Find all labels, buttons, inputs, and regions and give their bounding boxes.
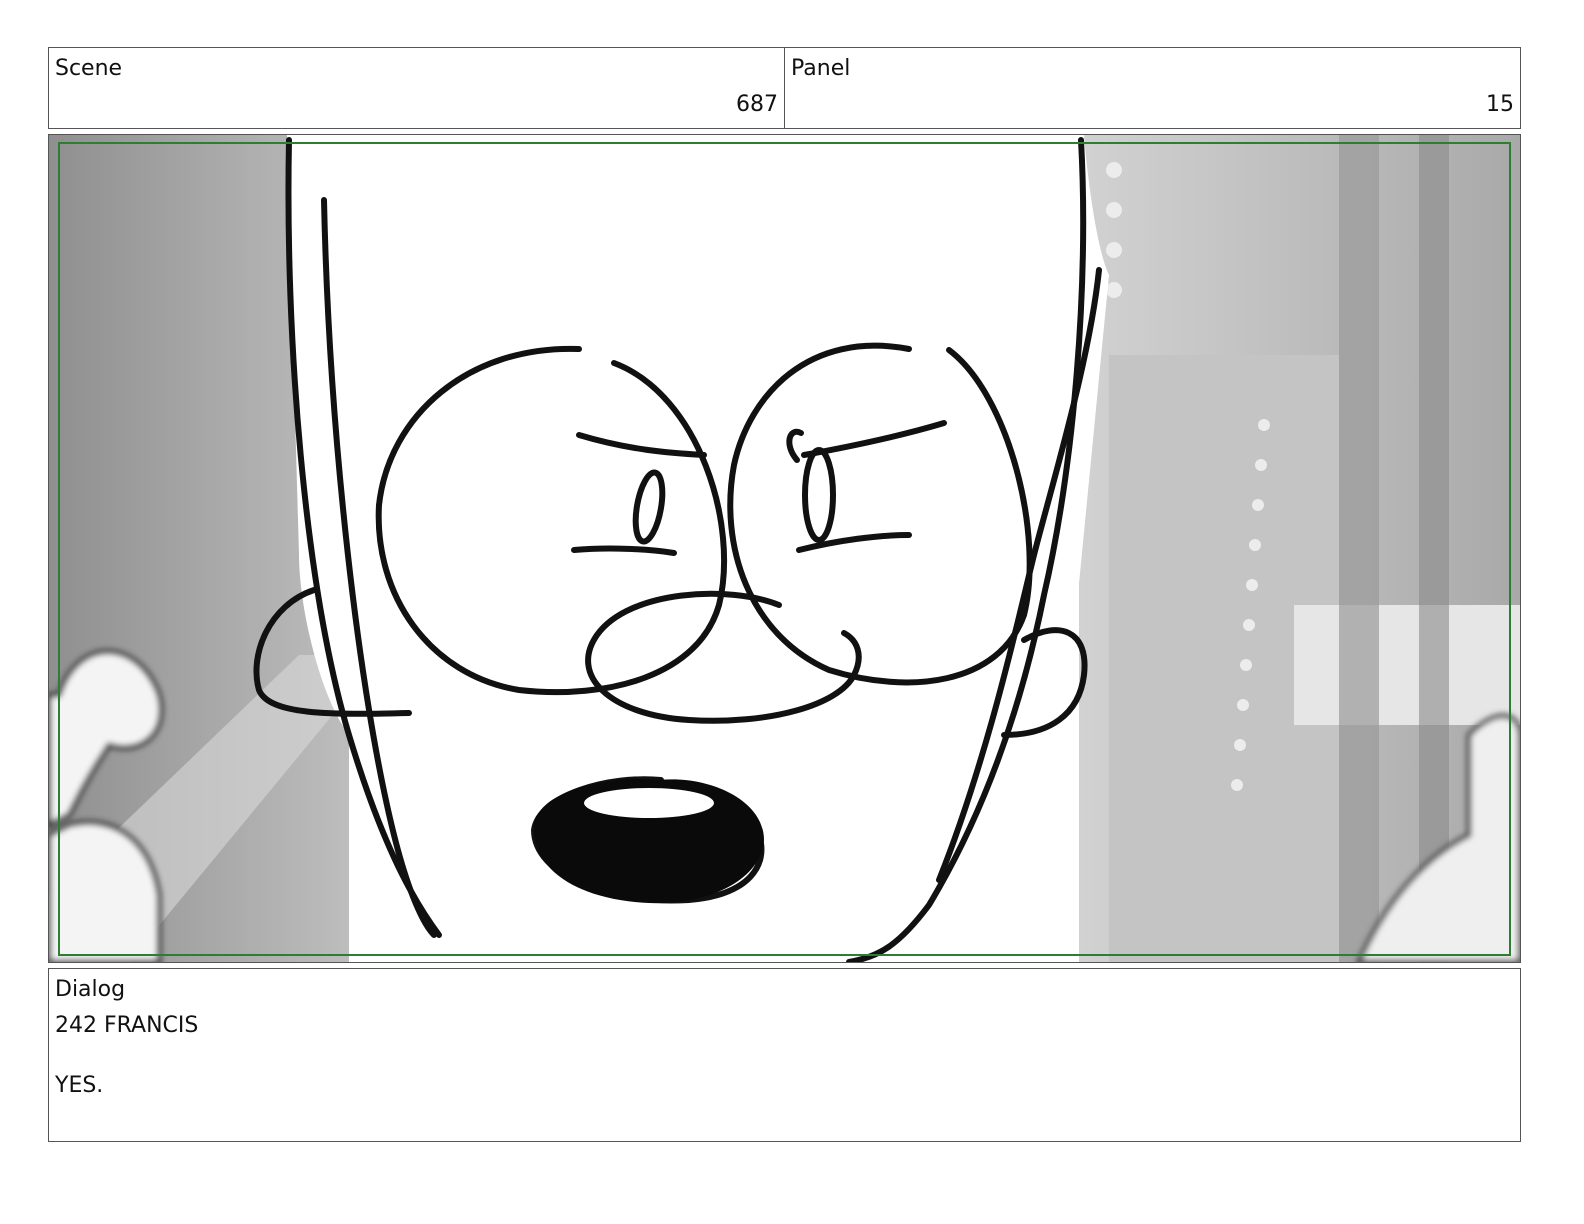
scene-label: Scene xyxy=(55,56,123,81)
girder xyxy=(1339,135,1379,962)
dialog-cell: Dialog 242 FRANCIS YES. xyxy=(48,968,1521,1142)
dialog-label: Dialog xyxy=(55,977,126,1002)
dialog-speaker: 242 FRANCIS xyxy=(55,1013,199,1038)
panel-cell: Panel 15 xyxy=(784,47,1521,129)
scene-cell: Scene 687 xyxy=(48,47,785,129)
panel-number: 15 xyxy=(1486,92,1514,117)
girder-2 xyxy=(1419,135,1449,962)
storyboard-frame xyxy=(48,134,1521,963)
machine-pipe xyxy=(1294,605,1520,725)
storyboard-sketch xyxy=(49,135,1520,962)
dialog-text: YES. xyxy=(55,1073,104,1098)
scene-number: 687 xyxy=(736,92,778,117)
panel-label: Panel xyxy=(791,56,851,81)
mouth-teeth xyxy=(584,788,714,818)
